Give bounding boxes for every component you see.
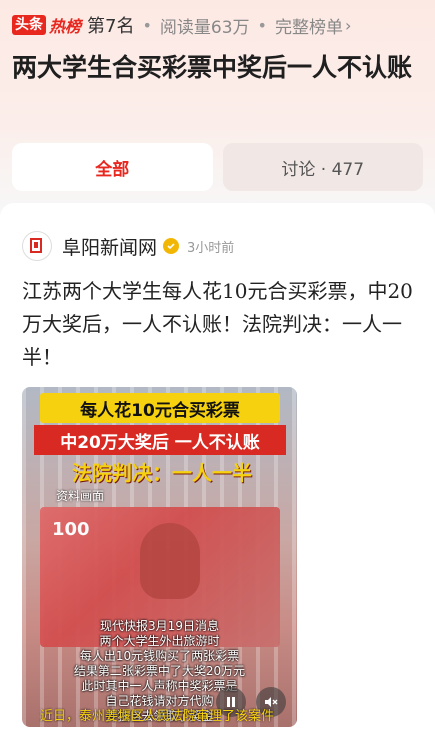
video-source-label: 资料画面 bbox=[56, 489, 105, 503]
tab-all[interactable]: 全部 bbox=[12, 143, 213, 191]
chevron-right-icon[interactable]: › bbox=[345, 16, 351, 35]
separator-dot: • bbox=[257, 15, 267, 35]
video-banner-2: 中20万大奖后 一人不认账 bbox=[34, 425, 286, 455]
video-banner-1: 每人花10元合买彩票 bbox=[40, 393, 280, 423]
caption-line: 此时其中一人声称中奖彩票是 bbox=[81, 679, 238, 693]
video-banner-3: 法院判决：一人一半 bbox=[72, 461, 252, 485]
hot-list-logo: 热榜 bbox=[49, 17, 82, 36]
tab-discussion[interactable]: 讨论 · 477 bbox=[222, 143, 423, 191]
caption-line: 结果第二张彩票中了大奖20万元 bbox=[73, 664, 246, 678]
post-time: 3小时前 bbox=[187, 240, 235, 256]
caption-line: 现代快报3月19日消息 bbox=[100, 619, 219, 633]
toutiao-logo: 头条 bbox=[12, 15, 46, 35]
caption-line: 每人出10元钱购买了两张彩票 bbox=[79, 649, 240, 663]
source-row[interactable]: 阜阳新闻网 3小时前 bbox=[22, 231, 234, 261]
source-logo-icon[interactable] bbox=[22, 231, 52, 261]
video-player[interactable]: 每人花10元合买彩票 中20万大奖后 一人不认账 法院判决：一人一半 资料画面 … bbox=[22, 387, 297, 727]
verified-badge-icon bbox=[163, 238, 180, 254]
portrait-image bbox=[140, 523, 200, 599]
page-title: 两大学生合买彩票中奖后一人不认账 bbox=[12, 53, 413, 82]
post-body[interactable]: 江苏两个大学生每人花10元合买彩票，中20万大奖后，一人不认账！法院判决：一人一… bbox=[22, 275, 417, 374]
caption-line: 两个大学生外出旅游时 bbox=[99, 634, 220, 648]
video-bottom-caption: 近日，泰州姜堰区人民法院审理了该案件 bbox=[40, 709, 275, 724]
read-count: 阅读量63万 bbox=[159, 17, 250, 38]
separator-dot: • bbox=[142, 15, 152, 35]
hot-list-header[interactable]: 头条 热榜 第7名 • 阅读量63万 • 完整榜单 › bbox=[12, 12, 351, 38]
full-list-link[interactable]: 完整榜单 bbox=[275, 13, 343, 38]
banknote-value: 100 bbox=[52, 519, 90, 540]
rank-label: 第7名 bbox=[87, 16, 135, 37]
post-card: 阜阳新闻网 3小时前 江苏两个大学生每人花10元合买彩票，中20万大奖后，一人不… bbox=[0, 203, 435, 743]
source-name[interactable]: 阜阳新闻网 bbox=[62, 233, 157, 260]
tab-bar: 全部 讨论 · 477 bbox=[12, 143, 423, 191]
